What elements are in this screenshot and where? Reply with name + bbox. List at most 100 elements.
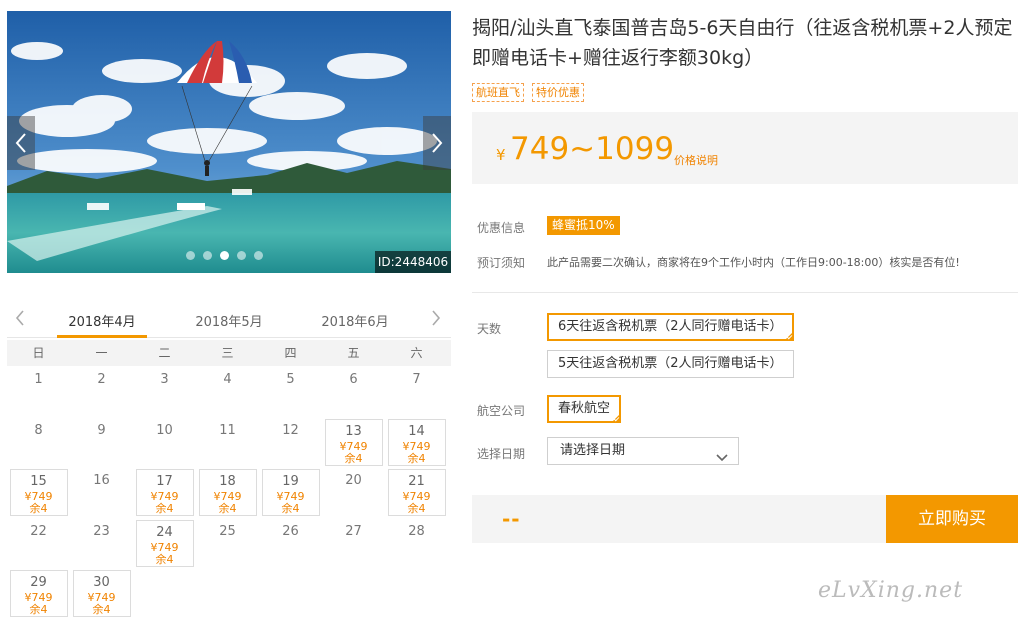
day-number: 13 bbox=[345, 423, 362, 439]
calendar-day-available[interactable]: 13 ¥749 余4 bbox=[324, 418, 383, 466]
calendar-day: 25 bbox=[199, 520, 257, 567]
day-remaining: 余4 bbox=[344, 451, 363, 465]
day-number: 11 bbox=[219, 422, 236, 438]
day-number: 25 bbox=[219, 523, 236, 539]
tag-special-offer: 特价优惠 bbox=[532, 83, 584, 102]
day-number: 6 bbox=[349, 372, 358, 387]
day-number: 22 bbox=[30, 523, 47, 539]
calendar-day: 5 bbox=[262, 368, 320, 415]
calendar-day-available[interactable]: 29 ¥749 余4 bbox=[9, 570, 68, 617]
day-option-6[interactable]: 6天往返含税机票（2人同行赠电话卡） bbox=[547, 313, 794, 341]
tag-direct-flight: 航班直飞 bbox=[472, 83, 524, 102]
promo-label: 优惠信息 bbox=[477, 221, 526, 235]
date-label: 选择日期 bbox=[477, 447, 526, 461]
day-number: 3 bbox=[160, 372, 169, 387]
price-explain-link[interactable]: 价格说明 bbox=[674, 152, 718, 168]
calendar-day-available[interactable]: 21 ¥749 余4 bbox=[387, 469, 446, 516]
date-select[interactable]: 请选择日期 bbox=[547, 437, 739, 465]
weekday-label: 五 bbox=[347, 346, 360, 360]
calendar-day: 2 bbox=[73, 368, 131, 415]
day-number: 12 bbox=[282, 422, 299, 438]
airline-option[interactable]: 春秋航空 bbox=[547, 395, 622, 423]
calendar-day: 11 bbox=[199, 419, 257, 466]
product-title: 揭阳/汕头直飞泰国普吉岛5-6天自由行（往返含税机票+2人预定即赠电话卡+赠往返… bbox=[472, 17, 1013, 69]
weekday-label: 二 bbox=[158, 346, 171, 360]
calendar-day: 4 bbox=[199, 368, 257, 415]
calendar-day-available[interactable]: 14 ¥749 余4 bbox=[387, 418, 446, 466]
weekday-label: 三 bbox=[221, 346, 234, 360]
calendar-day: 10 bbox=[136, 419, 194, 466]
currency-symbol: ¥ bbox=[496, 146, 506, 164]
watermark: eLvXing.net bbox=[818, 578, 964, 603]
calendar-day-available[interactable]: 19 ¥749 余4 bbox=[261, 469, 320, 516]
weekday-label: 日 bbox=[32, 346, 45, 360]
calendar-day: 16 bbox=[73, 469, 131, 516]
weekday-label: 一 bbox=[95, 346, 108, 360]
calendar-day: 6 bbox=[325, 368, 383, 415]
chevron-right-icon bbox=[432, 310, 441, 326]
day-number: 15 bbox=[30, 474, 47, 489]
image-id-badge: ID:2448406 bbox=[375, 251, 451, 273]
calendar-day: 7 bbox=[388, 368, 446, 415]
day-number: 24 bbox=[156, 524, 173, 540]
day-number: 23 bbox=[93, 523, 110, 539]
day-number: 19 bbox=[282, 474, 299, 489]
day-number: 29 bbox=[30, 575, 47, 590]
prev-month-button[interactable] bbox=[13, 308, 27, 332]
calendar-day-available[interactable]: 18 ¥749 余4 bbox=[198, 469, 257, 516]
day-number: 26 bbox=[282, 523, 299, 539]
carousel-dot[interactable] bbox=[237, 251, 246, 260]
carousel-dot[interactable] bbox=[186, 251, 195, 260]
chevron-left-icon bbox=[15, 133, 26, 153]
day-remaining: 余4 bbox=[281, 502, 300, 515]
product-photo bbox=[7, 11, 451, 273]
day-number: 1 bbox=[34, 372, 43, 387]
calendar-day: 1 bbox=[10, 368, 68, 415]
day-number: 28 bbox=[408, 523, 425, 539]
booking-notice: 此产品需要二次确认，商家将在9个工作小时内（工作日9:00-18:00）核实是否… bbox=[547, 256, 960, 269]
weekday-label: 六 bbox=[410, 346, 423, 360]
carousel-dot[interactable] bbox=[254, 251, 263, 260]
day-number: 14 bbox=[408, 423, 425, 439]
weekday-header: 日一二三四五六 bbox=[7, 340, 451, 366]
carousel-dot[interactable] bbox=[220, 251, 229, 260]
day-option-5[interactable]: 5天往返含税机票（2人同行赠电话卡） bbox=[547, 350, 794, 378]
tab-month-june[interactable]: 2018年6月 bbox=[305, 311, 405, 330]
tab-month-may[interactable]: 2018年5月 bbox=[179, 311, 279, 330]
calendar-day-available[interactable]: 24 ¥749 余4 bbox=[135, 519, 194, 567]
parasailing-image bbox=[7, 11, 451, 273]
day-number: 20 bbox=[345, 473, 362, 488]
promo-badge: 蜂蜜抵10% bbox=[547, 216, 620, 235]
day-number: 21 bbox=[408, 474, 425, 489]
total-price: -- bbox=[502, 507, 521, 531]
day-number: 8 bbox=[34, 422, 43, 438]
day-price: ¥749 bbox=[150, 540, 179, 554]
airline-label: 航空公司 bbox=[477, 404, 526, 418]
carousel-prev-button[interactable] bbox=[7, 116, 35, 170]
chevron-down-icon bbox=[716, 446, 728, 472]
price-range: 749~1099 bbox=[510, 131, 675, 167]
day-price: ¥749 bbox=[402, 439, 431, 453]
day-number: 30 bbox=[93, 575, 110, 590]
calendar-day: 22 bbox=[10, 520, 68, 567]
price-box: ¥ 749~1099 价格说明 bbox=[472, 112, 1018, 184]
tab-month-april[interactable]: 2018年4月 bbox=[52, 311, 152, 330]
calendar-day-available[interactable]: 17 ¥749 余4 bbox=[135, 469, 194, 516]
carousel-next-button[interactable] bbox=[423, 116, 451, 170]
next-month-button[interactable] bbox=[429, 308, 443, 332]
calendar-day: 23 bbox=[73, 520, 131, 567]
day-number: 9 bbox=[97, 422, 106, 438]
days-label: 天数 bbox=[477, 322, 502, 336]
day-number: 17 bbox=[156, 474, 173, 489]
carousel-dot[interactable] bbox=[203, 251, 212, 260]
day-remaining: 余4 bbox=[155, 552, 174, 566]
day-price: ¥749 bbox=[339, 439, 368, 453]
notice-label: 预订须知 bbox=[477, 256, 526, 270]
calendar-day-available[interactable]: 30 ¥749 余4 bbox=[72, 570, 131, 617]
calendar-day: 12 bbox=[262, 419, 320, 466]
day-number: 27 bbox=[345, 523, 362, 539]
day-number: 7 bbox=[412, 372, 421, 387]
calendar-day-available[interactable]: 15 ¥749 余4 bbox=[9, 469, 68, 516]
buy-now-button[interactable]: 立即购买 bbox=[886, 495, 1018, 543]
active-month-underline bbox=[57, 335, 147, 338]
